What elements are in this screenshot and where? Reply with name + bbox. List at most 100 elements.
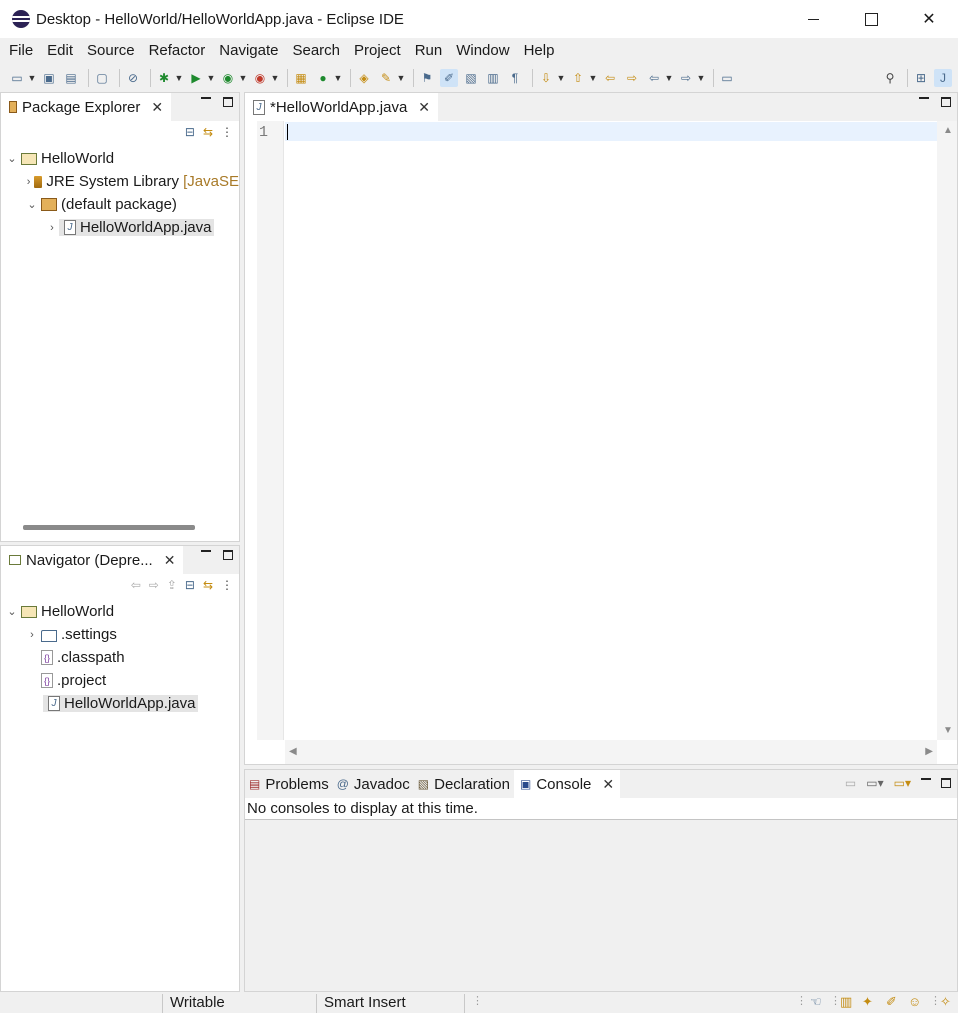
menu-navigate[interactable]: Navigate bbox=[212, 42, 285, 59]
back-icon[interactable]: ⇦ bbox=[131, 578, 141, 592]
tree-item-project[interactable]: ⌄ HelloWorld bbox=[1, 600, 239, 623]
coverage-dropdown-icon[interactable]: ▼ bbox=[239, 69, 248, 87]
search-tool-icon[interactable]: ✎ bbox=[377, 69, 395, 87]
menu-edit[interactable]: Edit bbox=[40, 42, 80, 59]
search-dropdown-icon[interactable]: ▼ bbox=[397, 69, 406, 87]
scroll-left-icon[interactable]: ◀ bbox=[289, 746, 297, 757]
save-icon[interactable]: ▣ bbox=[40, 69, 58, 87]
external-tools-icon[interactable]: ◉ bbox=[251, 69, 269, 87]
scroll-down-icon[interactable]: ▼ bbox=[943, 725, 953, 736]
tab-javadoc[interactable]: @ Javadoc bbox=[332, 770, 414, 798]
toggle-block-selection-icon[interactable]: ▧ bbox=[462, 69, 480, 87]
up-icon[interactable]: ⇪ bbox=[167, 578, 177, 592]
previous-annotation-icon[interactable]: ⇧ bbox=[569, 69, 587, 87]
run-dropdown-icon[interactable]: ▼ bbox=[207, 69, 216, 87]
code-editor[interactable]: 1 ▲ ▼ ◀ ▶ bbox=[245, 121, 957, 764]
link-with-editor-icon[interactable]: ⇆ bbox=[203, 125, 213, 139]
tree-item-classpath[interactable]: {} .classpath bbox=[1, 646, 239, 669]
status-drag-handle[interactable]: ⋮ bbox=[472, 994, 483, 1007]
open-type-icon[interactable]: ◈ bbox=[355, 69, 373, 87]
tips-icon[interactable]: ☜ bbox=[810, 994, 822, 1010]
save-all-icon[interactable]: ▤ bbox=[62, 69, 80, 87]
pin-editor-icon[interactable]: ▭ bbox=[718, 69, 736, 87]
coverage-icon[interactable]: ◉ bbox=[219, 69, 237, 87]
vertical-scrollbar[interactable]: ▲ ▼ bbox=[937, 121, 957, 740]
chevron-right-icon[interactable]: › bbox=[25, 176, 32, 188]
previous-annotation-dropdown-icon[interactable]: ▼ bbox=[589, 69, 598, 87]
maximize-view-button[interactable] bbox=[941, 97, 951, 107]
menu-file[interactable]: File bbox=[2, 42, 40, 59]
minimize-view-button[interactable] bbox=[201, 97, 211, 107]
view-menu-icon[interactable]: ⋮ bbox=[221, 125, 233, 139]
new-dropdown-icon[interactable]: ▼ bbox=[28, 69, 37, 87]
link-with-editor-icon[interactable]: ⇆ bbox=[203, 578, 213, 592]
maximize-view-button[interactable] bbox=[941, 778, 951, 788]
chevron-down-icon[interactable]: ⌄ bbox=[5, 152, 19, 165]
tutorials-icon[interactable]: ✦ bbox=[862, 994, 873, 1010]
chevron-right-icon[interactable]: › bbox=[45, 222, 59, 234]
menu-run[interactable]: Run bbox=[408, 42, 450, 59]
chevron-right-icon[interactable]: › bbox=[25, 629, 39, 641]
run-icon[interactable]: ▶ bbox=[187, 69, 205, 87]
minimize-button[interactable] bbox=[784, 0, 842, 38]
debug-icon[interactable]: ✱ bbox=[155, 69, 173, 87]
chevron-down-icon[interactable]: ⌄ bbox=[5, 605, 19, 618]
word-wrap-icon[interactable]: ▥ bbox=[484, 69, 502, 87]
close-icon[interactable]: ✕ bbox=[418, 99, 430, 116]
close-icon[interactable]: ✕ bbox=[164, 552, 176, 569]
menu-search[interactable]: Search bbox=[285, 42, 347, 59]
tab-editor-file[interactable]: J *HelloWorldApp.java ✕ bbox=[245, 93, 439, 121]
collapse-all-icon[interactable]: ⊟ bbox=[185, 125, 195, 139]
open-console-icon[interactable]: ▭▾ bbox=[894, 776, 911, 790]
tree-item-jre[interactable]: › JRE System Library [JavaSE bbox=[1, 170, 239, 193]
tab-console[interactable]: ▣ Console ✕ bbox=[513, 770, 621, 798]
menu-refactor[interactable]: Refactor bbox=[142, 42, 213, 59]
maximize-view-button[interactable] bbox=[223, 550, 233, 560]
tab-navigator[interactable]: Navigator (Depre... ✕ bbox=[1, 546, 184, 574]
samples-icon[interactable]: ☺ bbox=[908, 994, 921, 1009]
whats-new-icon[interactable]: ✐ bbox=[886, 994, 897, 1010]
tree-item-java-file[interactable]: › J HelloWorldApp.java bbox=[1, 216, 239, 239]
minimize-view-button[interactable] bbox=[919, 97, 929, 107]
tree-item-project-file[interactable]: {} .project bbox=[1, 669, 239, 692]
lightbulb-icon[interactable]: ✧ bbox=[940, 994, 951, 1010]
tree-item-java-file[interactable]: J HelloWorldApp.java bbox=[1, 692, 239, 715]
search-icon[interactable]: ⚲ bbox=[881, 69, 899, 87]
toggle-breadcrumb-icon[interactable]: ⚑ bbox=[418, 69, 436, 87]
collapse-all-icon[interactable]: ⊟ bbox=[185, 578, 195, 592]
tree-item-settings[interactable]: › .settings bbox=[1, 623, 239, 646]
back-icon[interactable]: ⇦ bbox=[645, 69, 663, 87]
new-java-package-icon[interactable]: ▦ bbox=[292, 69, 310, 87]
terminal-icon[interactable]: ▢ bbox=[93, 69, 111, 87]
next-annotation-icon[interactable]: ⇩ bbox=[537, 69, 555, 87]
menu-source[interactable]: Source bbox=[80, 42, 142, 59]
next-annotation-dropdown-icon[interactable]: ▼ bbox=[557, 69, 566, 87]
tab-package-explorer[interactable]: Package Explorer ✕ bbox=[1, 93, 172, 121]
skip-breakpoints-icon[interactable]: ⊘ bbox=[124, 69, 142, 87]
tab-problems[interactable]: ▤ Problems bbox=[245, 770, 333, 798]
close-icon[interactable]: ✕ bbox=[602, 776, 614, 793]
close-window-button[interactable]: ✕ bbox=[900, 0, 958, 38]
external-tools-dropdown-icon[interactable]: ▼ bbox=[271, 69, 280, 87]
java-perspective-icon[interactable]: J bbox=[934, 69, 952, 87]
overview-icon[interactable]: ▥ bbox=[840, 994, 852, 1010]
forward-dropdown-icon[interactable]: ▼ bbox=[697, 69, 706, 87]
new-java-class-icon[interactable]: ● bbox=[314, 69, 332, 87]
view-menu-icon[interactable]: ⋮ bbox=[221, 578, 233, 592]
menu-project[interactable]: Project bbox=[347, 42, 408, 59]
horizontal-scrollbar[interactable]: ◀ ▶ bbox=[285, 740, 937, 764]
new-class-dropdown-icon[interactable]: ▼ bbox=[334, 69, 343, 87]
next-edit-location-icon[interactable]: ⇨ bbox=[623, 69, 641, 87]
status-drag-handle[interactable]: ⋮ bbox=[796, 994, 807, 1007]
new-icon[interactable]: ▭ bbox=[8, 69, 26, 87]
forward-icon[interactable]: ⇨ bbox=[149, 578, 159, 592]
pin-console-icon[interactable]: ▭ bbox=[845, 776, 856, 790]
chevron-down-icon[interactable]: ⌄ bbox=[25, 198, 39, 211]
tree-item-project[interactable]: ⌄ HelloWorld bbox=[1, 147, 239, 170]
close-icon[interactable]: ✕ bbox=[151, 99, 163, 116]
minimize-view-button[interactable] bbox=[201, 550, 211, 560]
maximize-button[interactable] bbox=[842, 0, 900, 38]
last-edit-location-icon[interactable]: ⇦ bbox=[601, 69, 619, 87]
scroll-up-icon[interactable]: ▲ bbox=[943, 125, 953, 136]
menu-help[interactable]: Help bbox=[517, 42, 562, 59]
